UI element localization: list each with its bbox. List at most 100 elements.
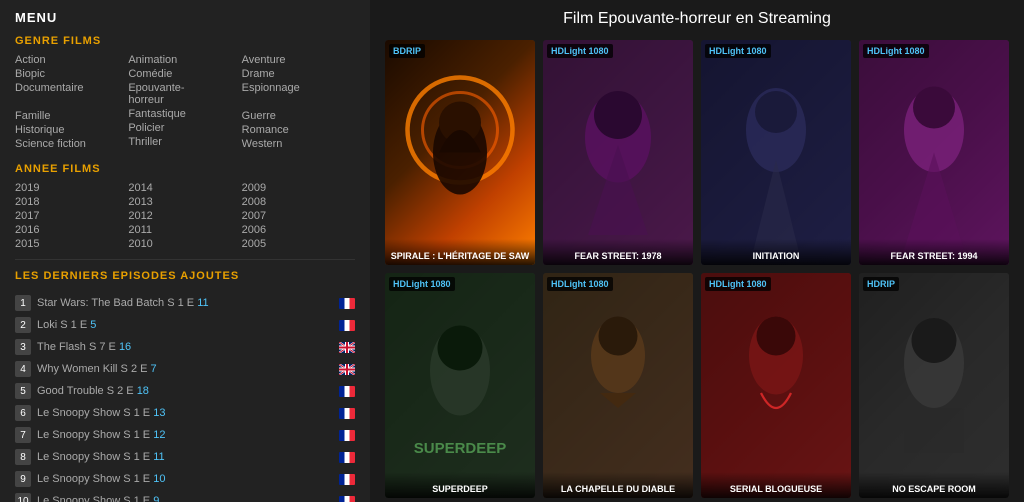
episode-item[interactable]: 1Star Wars: The Bad Batch S 1 E 11 [15,292,355,314]
genre-grid: Action Biopic Documentaire Famille Histo… [15,53,355,151]
movie-badge: BDRIP [389,44,425,58]
episode-title: Le Snoopy Show S 1 E 12 [37,429,333,441]
episode-flag [339,452,355,463]
episode-flag [339,320,355,331]
year-2018[interactable]: 2018 [15,195,128,209]
year-2017[interactable]: 2017 [15,209,128,223]
episode-number: 3 [15,339,31,355]
episode-title: Le Snoopy Show S 1 E 9 [37,495,333,502]
genre-historique[interactable]: Historique [15,123,128,137]
movie-poster [701,273,851,498]
genre-western[interactable]: Western [242,137,355,151]
episode-item[interactable]: 3 The Flash S 7 E 16 [15,336,355,358]
episode-item[interactable]: 10 Le Snoopy Show S 1 E 9 [15,490,355,502]
year-section-title: ANNEE FILMS [15,163,355,175]
genre-drame[interactable]: Drame [242,67,355,81]
movie-card[interactable]: HDLight 1080FEAR STREET: 1978 [543,40,693,265]
genre-guerre[interactable]: Guerre [242,109,355,123]
movie-poster [385,40,535,265]
year-2013[interactable]: 2013 [128,195,241,209]
genre-espionnage[interactable]: Espionnage [242,81,355,95]
genre-comedie[interactable]: Comédie [128,67,241,81]
episode-title: Le Snoopy Show S 1 E 11 [37,451,333,463]
movie-badge: HDLight 1080 [389,277,455,291]
sidebar-divider [15,259,355,260]
movie-poster: SUPERDEEP [385,273,535,498]
genre-section-title: GENRE FILMS [15,35,355,47]
episodes-list: 1Star Wars: The Bad Batch S 1 E 112Loki … [15,292,355,502]
genre-biopic[interactable]: Biopic [15,67,128,81]
movie-badge: HDLight 1080 [705,277,771,291]
genre-animation[interactable]: Animation [128,53,241,67]
movie-title: SPIRALE : L'HÉRITAGE DE SAW [385,239,535,265]
year-col2: 2014 2013 2012 2011 2010 [128,181,241,251]
genre-col2: Animation Comédie Epouvante-horreur Fant… [128,53,241,151]
episode-number: 8 [15,449,31,465]
genre-col3: Aventure Drame Espionnage Guerre Romance… [242,53,355,151]
episode-number: 7 [15,427,31,443]
episode-item[interactable]: 8 Le Snoopy Show S 1 E 11 [15,446,355,468]
movie-title: LA CHAPELLE DU DIABLE [543,472,693,498]
movie-poster [859,273,1009,498]
year-2007[interactable]: 2007 [242,209,355,223]
movie-card[interactable]: HDLight 1080 FEAR STREET: 1994 [859,40,1009,265]
episode-item[interactable]: 6 Le Snoopy Show S 1 E 13 [15,402,355,424]
genre-documentaire[interactable]: Documentaire [15,81,128,95]
episodes-section-title: LES DERNIERS EPISODES AJOUTES [15,270,355,282]
movie-badge: HDLight 1080 [863,44,929,58]
year-col3: 2009 2008 2007 2006 2005 [242,181,355,251]
genre-aventure[interactable]: Aventure [242,53,355,67]
year-2011[interactable]: 2011 [128,223,241,237]
episode-flag [339,430,355,441]
movies-grid: BDRIP SPIRALE : L'HÉRITAGE DE SAW HDLight… [385,40,1009,502]
genre-romance[interactable]: Romance [242,123,355,137]
episode-flag [339,496,355,502]
movie-card[interactable]: SUPERDEEP HDLight 1080 SUPERDEEP [385,273,535,498]
year-2006[interactable]: 2006 [242,223,355,237]
episode-title: Le Snoopy Show S 1 E 13 [37,407,333,419]
episode-item[interactable]: 4Why Women Kill S 2 E 7 [15,358,355,380]
sidebar-menu-label: MENU [15,10,355,25]
svg-text:SUPERDEEP: SUPERDEEP [414,440,507,457]
genre-thriller[interactable]: Thriller [128,135,241,149]
genre-action[interactable]: Action [15,53,128,67]
genre-famille[interactable]: Famille [15,109,128,123]
episode-item[interactable]: 7 Le Snoopy Show S 1 E 12 [15,424,355,446]
year-2010[interactable]: 2010 [128,237,241,251]
episode-number: 10 [15,493,31,502]
movie-title: FEAR STREET: 1994 [859,239,1009,265]
episode-number: 2 [15,317,31,333]
episode-number: 6 [15,405,31,421]
episode-item[interactable]: 2Loki S 1 E 5 [15,314,355,336]
episode-item[interactable]: 9Le Snoopy Show S 1 E 10 [15,468,355,490]
year-2019[interactable]: 2019 [15,181,128,195]
movie-card[interactable]: HDRIPNO ESCAPE ROOM [859,273,1009,498]
movie-card[interactable]: HDLight 1080LA CHAPELLE DU DIABLE [543,273,693,498]
movie-title: INITIATION [701,239,851,265]
genre-epouvante[interactable]: Epouvante-horreur [128,81,241,107]
year-2012[interactable]: 2012 [128,209,241,223]
movie-card[interactable]: BDRIP SPIRALE : L'HÉRITAGE DE SAW [385,40,535,265]
year-2014[interactable]: 2014 [128,181,241,195]
year-2008[interactable]: 2008 [242,195,355,209]
genre-sciencefiction[interactable]: Science fiction [15,137,128,151]
genre-fantastique[interactable]: Fantastique [128,107,241,121]
episode-title: Star Wars: The Bad Batch S 1 E 11 [37,297,333,309]
year-2016[interactable]: 2016 [15,223,128,237]
episode-number: 5 [15,383,31,399]
movie-title: FEAR STREET: 1978 [543,239,693,265]
genre-policier[interactable]: Policier [128,121,241,135]
episode-title: The Flash S 7 E 16 [37,341,333,353]
genre-col1: Action Biopic Documentaire Famille Histo… [15,53,128,151]
movie-title: SERIAL BLOGUEUSE [701,472,851,498]
year-2009[interactable]: 2009 [242,181,355,195]
movie-title: SUPERDEEP [385,472,535,498]
movie-badge: HDLight 1080 [705,44,771,58]
movie-card[interactable]: HDLight 1080 SERIAL BLOGUEUSE [701,273,851,498]
movie-card[interactable]: HDLight 1080 INITIATION [701,40,851,265]
year-2005[interactable]: 2005 [242,237,355,251]
movie-poster [701,40,851,265]
year-2015[interactable]: 2015 [15,237,128,251]
episode-item[interactable]: 5Good Trouble S 2 E 18 [15,380,355,402]
movie-poster [543,40,693,265]
